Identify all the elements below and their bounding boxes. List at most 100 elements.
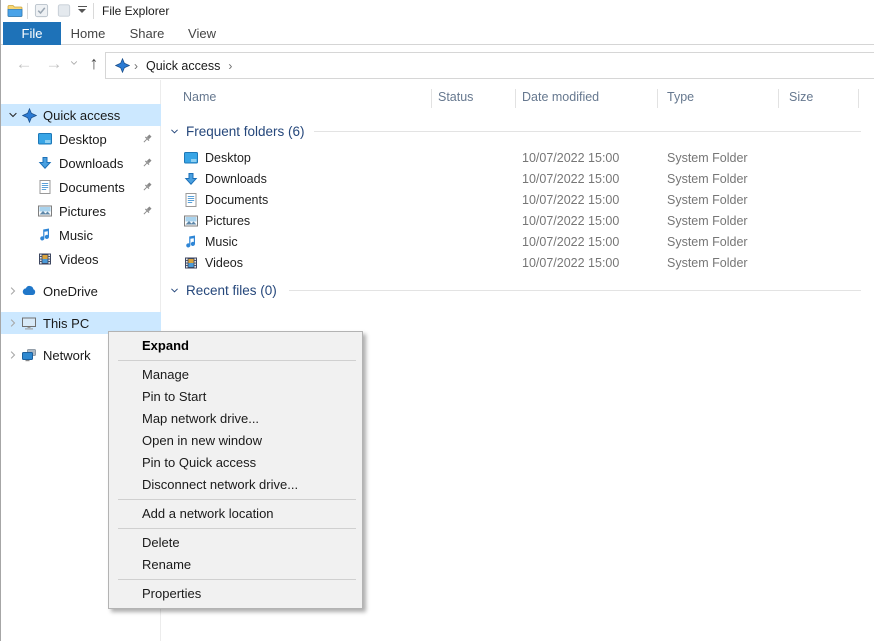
- videos-icon: [183, 255, 199, 271]
- file-type: System Folder: [667, 256, 748, 270]
- properties-checkbox-icon[interactable]: [34, 3, 49, 18]
- quick-access-star-icon: [115, 58, 130, 73]
- downloads-icon: [37, 155, 53, 171]
- this-pc-monitor-icon: [21, 315, 37, 331]
- customize-qat-dropdown-icon[interactable]: [76, 6, 88, 13]
- menu-item-add-a-network-location[interactable]: Add a network location: [109, 503, 362, 525]
- menu-item-map-network-drive[interactable]: Map network drive...: [109, 408, 362, 430]
- file-row-desktop[interactable]: Desktop 10/07/2022 15:00 System Folder: [162, 147, 874, 168]
- column-separator[interactable]: [657, 89, 658, 108]
- pictures-icon: [37, 203, 53, 219]
- file-date-modified: 10/07/2022 15:00: [522, 151, 619, 165]
- desktop-icon: [183, 150, 199, 166]
- recent-locations-chevron-icon[interactable]: [67, 46, 81, 80]
- onedrive-cloud-icon: [21, 283, 37, 299]
- group-header-frequent-folders[interactable]: Frequent folders (6): [162, 122, 305, 141]
- file-explorer-logo-icon: [7, 3, 23, 19]
- menu-item-open-in-new-window[interactable]: Open in new window: [109, 430, 362, 452]
- network-icon: [21, 347, 37, 363]
- group-header-rule: [314, 131, 861, 132]
- sidebar-item-downloads[interactable]: Downloads: [1, 152, 161, 174]
- column-header-status[interactable]: Status: [438, 90, 473, 108]
- chevron-down-icon[interactable]: [5, 109, 21, 121]
- menu-item-properties[interactable]: Properties: [109, 583, 362, 605]
- menu-separator: [118, 499, 356, 500]
- file-row-documents[interactable]: Documents 10/07/2022 15:00 System Folder: [162, 189, 874, 210]
- tab-view[interactable]: View: [179, 22, 225, 45]
- group-header-label: Recent files (0): [186, 283, 277, 298]
- file-type: System Folder: [667, 235, 748, 249]
- menu-item-pin-to-start[interactable]: Pin to Start: [109, 386, 362, 408]
- sidebar-item-quick-access[interactable]: Quick access: [1, 104, 161, 126]
- menu-item-manage[interactable]: Manage: [109, 364, 362, 386]
- column-separator[interactable]: [778, 89, 779, 108]
- column-separator[interactable]: [515, 89, 516, 108]
- address-bar[interactable]: › Quick access ›: [105, 52, 874, 79]
- up-arrow-icon[interactable]: ↑: [83, 46, 105, 80]
- sidebar-item-documents[interactable]: Documents: [1, 176, 161, 198]
- file-row-videos[interactable]: Videos 10/07/2022 15:00 System Folder: [162, 252, 874, 273]
- column-separator[interactable]: [858, 89, 859, 108]
- chevron-down-icon[interactable]: [169, 126, 180, 137]
- back-arrow-icon[interactable]: ←: [13, 46, 35, 80]
- file-row-pictures[interactable]: Pictures 10/07/2022 15:00 System Folder: [162, 210, 874, 231]
- chevron-right-icon[interactable]: [5, 285, 21, 297]
- breadcrumb-chevron-icon[interactable]: ›: [228, 59, 232, 73]
- breadcrumb-chevron-icon[interactable]: ›: [134, 59, 138, 73]
- sidebar-item-desktop[interactable]: Desktop: [1, 128, 161, 150]
- context-menu-this-pc: Expand Manage Pin to Start Map network d…: [108, 331, 363, 609]
- menu-separator: [118, 360, 356, 361]
- sidebar-item-music[interactable]: Music: [1, 224, 161, 246]
- pin-icon: [141, 205, 153, 217]
- file-row-downloads[interactable]: Downloads 10/07/2022 15:00 System Folder: [162, 168, 874, 189]
- desktop-icon: [37, 131, 53, 147]
- sidebar-item-label: Music: [59, 228, 161, 243]
- sidebar-item-pictures[interactable]: Pictures: [1, 200, 161, 222]
- chevron-right-icon[interactable]: [5, 349, 21, 361]
- tab-share[interactable]: Share: [123, 22, 171, 45]
- file-type: System Folder: [667, 193, 748, 207]
- pictures-icon: [183, 213, 199, 229]
- file-explorer-window: File Explorer File Home Share View ← → ↑…: [0, 0, 874, 641]
- file-date-modified: 10/07/2022 15:00: [522, 235, 619, 249]
- file-row-music[interactable]: Music 10/07/2022 15:00 System Folder: [162, 231, 874, 252]
- file-date-modified: 10/07/2022 15:00: [522, 256, 619, 270]
- menu-item-pin-to-quick-access[interactable]: Pin to Quick access: [109, 452, 362, 474]
- column-separator[interactable]: [431, 89, 432, 108]
- forward-arrow-icon[interactable]: →: [43, 46, 65, 80]
- group-header-rule: [289, 290, 861, 291]
- sidebar-item-videos[interactable]: Videos: [1, 248, 161, 270]
- documents-icon: [183, 192, 199, 208]
- pin-icon: [141, 181, 153, 193]
- music-icon: [37, 227, 53, 243]
- breadcrumb-location[interactable]: Quick access: [146, 59, 220, 73]
- new-folder-icon[interactable]: [57, 3, 71, 18]
- sidebar-item-onedrive[interactable]: OneDrive: [1, 280, 161, 302]
- ribbon-tab-bar: File Home Share View: [1, 22, 874, 45]
- downloads-icon: [183, 171, 199, 187]
- file-type: System Folder: [667, 151, 748, 165]
- group-header-recent-files[interactable]: Recent files (0): [162, 281, 277, 300]
- quick-access-star-icon: [21, 107, 37, 123]
- chevron-down-icon[interactable]: [169, 285, 180, 296]
- chevron-right-icon[interactable]: [5, 317, 21, 329]
- navigation-bar: ← → ↑ › Quick access ›: [1, 46, 874, 80]
- column-header-type[interactable]: Type: [667, 90, 694, 108]
- pin-icon: [141, 157, 153, 169]
- tab-file[interactable]: File: [3, 22, 61, 45]
- file-type: System Folder: [667, 172, 748, 186]
- menu-item-expand[interactable]: Expand: [109, 335, 362, 357]
- file-name: Desktop: [205, 151, 251, 165]
- music-icon: [183, 234, 199, 250]
- tab-home[interactable]: Home: [65, 22, 111, 45]
- column-header-size[interactable]: Size: [789, 90, 813, 108]
- menu-item-rename[interactable]: Rename: [109, 554, 362, 576]
- sidebar-item-label: Quick access: [43, 108, 161, 123]
- column-header-date-modified[interactable]: Date modified: [522, 90, 599, 108]
- menu-item-delete[interactable]: Delete: [109, 532, 362, 554]
- column-header-name[interactable]: Name: [183, 90, 216, 108]
- menu-item-disconnect-network-drive[interactable]: Disconnect network drive...: [109, 474, 362, 496]
- file-name: Downloads: [205, 172, 267, 186]
- qat-separator: [27, 3, 28, 19]
- file-type: System Folder: [667, 214, 748, 228]
